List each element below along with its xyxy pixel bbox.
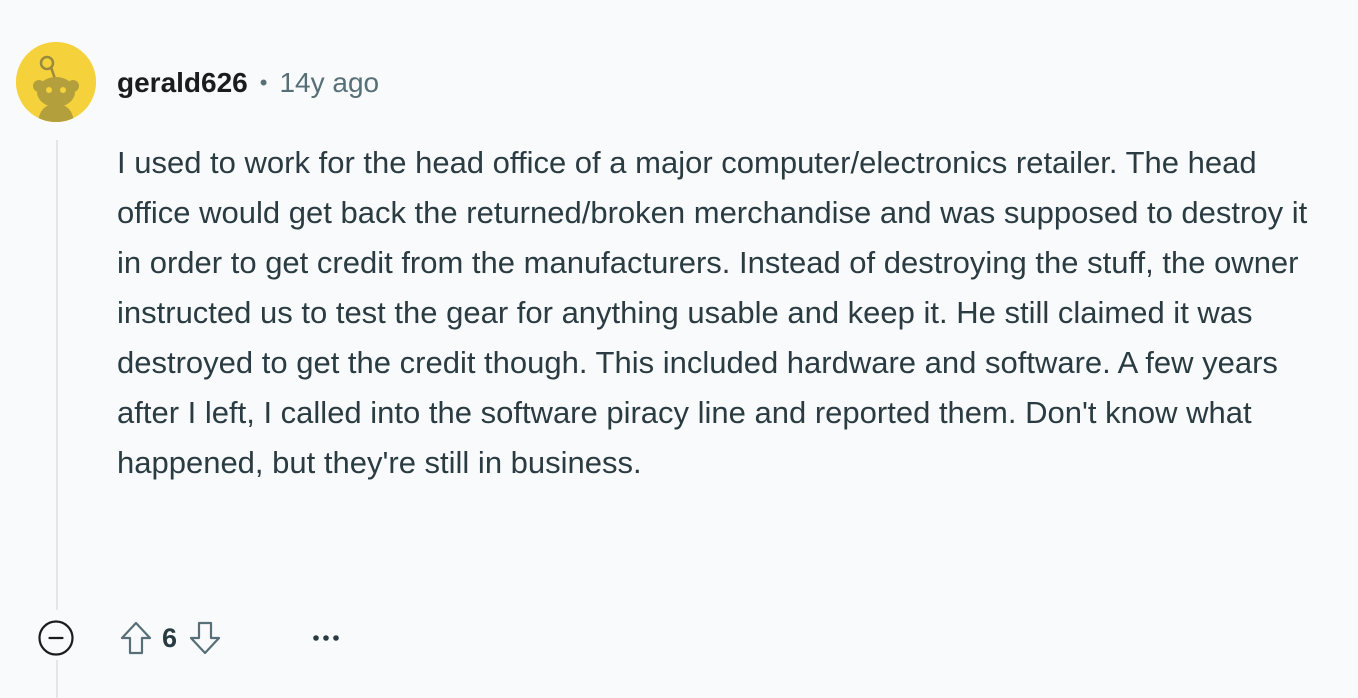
minus-circle-icon bbox=[38, 620, 74, 656]
collapse-button[interactable] bbox=[37, 619, 75, 657]
more-options-button[interactable] bbox=[304, 616, 348, 660]
downvote-button[interactable] bbox=[183, 616, 227, 660]
author-username[interactable]: gerald626 bbox=[117, 67, 248, 99]
thread-line-continuation[interactable] bbox=[56, 660, 58, 698]
avatar[interactable] bbox=[16, 42, 96, 122]
comment: gerald626 • 14y ago I used to work for t… bbox=[0, 0, 1358, 698]
comment-action-bar: 6 bbox=[0, 612, 1358, 664]
snoo-avatar-icon bbox=[16, 42, 96, 122]
comment-meta: gerald626 • 14y ago bbox=[117, 62, 379, 104]
ellipsis-icon bbox=[313, 635, 339, 641]
comment-age[interactable]: 14y ago bbox=[279, 67, 379, 99]
vote-controls: 6 bbox=[114, 616, 227, 660]
upvote-button[interactable] bbox=[114, 616, 158, 660]
vote-score: 6 bbox=[162, 622, 178, 653]
thread-line[interactable] bbox=[56, 140, 58, 610]
comment-body: I used to work for the head office of a … bbox=[117, 145, 1308, 480]
meta-separator: • bbox=[259, 70, 268, 95]
arrow-up-icon bbox=[120, 621, 152, 655]
arrow-down-icon bbox=[189, 621, 221, 655]
